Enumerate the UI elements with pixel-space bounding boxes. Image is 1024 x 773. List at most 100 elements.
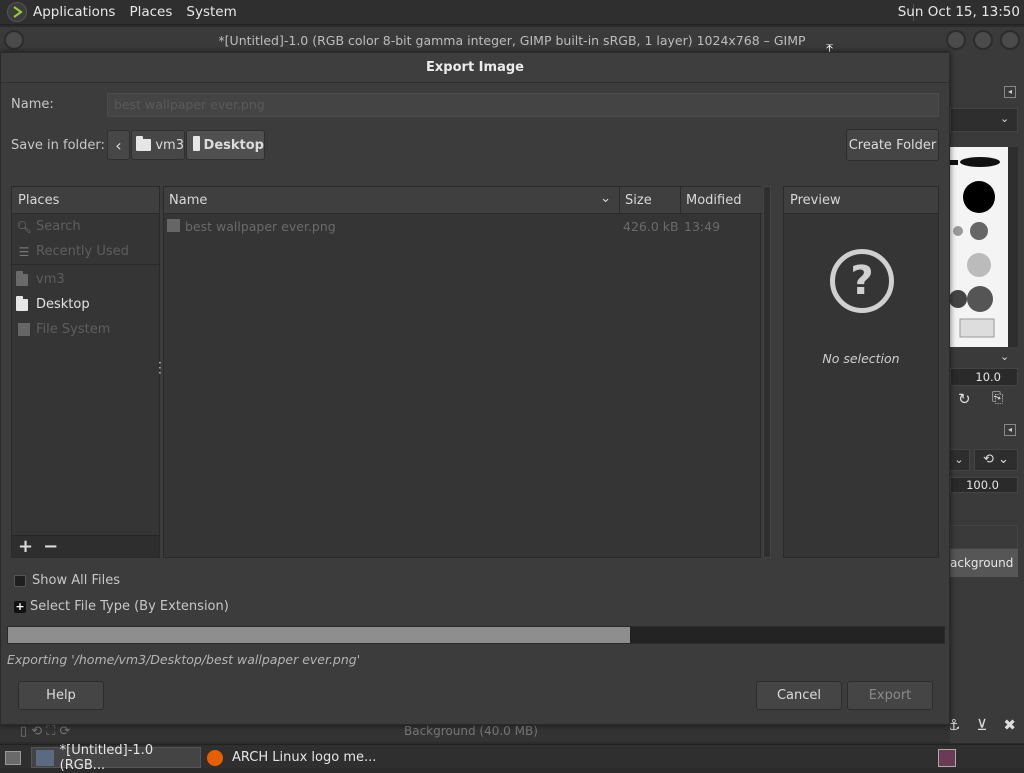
path-vm3-label: vm3 [155, 137, 184, 153]
image-file-icon [167, 219, 180, 232]
path-back-button[interactable]: ‹ [107, 130, 130, 160]
file-size: 426.0 kB [623, 219, 679, 234]
question-icon: ? [830, 249, 894, 313]
sort-chevron-icon: ⌄ [600, 191, 611, 206]
path-desktop-label: Desktop [203, 137, 264, 153]
gimp-status-bar: ▯ ⟲ ⛶ ⟳ Background (40.0 MB) [0, 722, 950, 742]
save-in-folder-label: Save in folder: [11, 138, 105, 153]
show-all-files-label[interactable]: Show All Files [32, 573, 120, 588]
place-label: File System [36, 322, 111, 337]
mode-dropdown[interactable]: ⌄ [948, 449, 970, 471]
no-selection-text: No selection [822, 351, 900, 366]
export-button[interactable]: Export [847, 681, 933, 710]
chevron-down-icon: ⌄ [1000, 350, 1010, 363]
layer-row-selected[interactable]: ackground [950, 549, 1018, 577]
folder-icon [136, 136, 152, 151]
cancel-button[interactable]: Cancel [756, 681, 842, 710]
maximize-button[interactable] [973, 30, 993, 50]
places-footer: + − [12, 535, 159, 557]
brush-grid[interactable] [950, 147, 1008, 347]
column-name[interactable]: Name ⌄ [164, 187, 620, 214]
merge-layer-icon[interactable]: ⊻ [976, 716, 987, 738]
dock-tab-menu-icon[interactable]: ◂ [1004, 424, 1016, 436]
place-label: Search [36, 219, 81, 234]
refresh-icon[interactable]: ↻ [958, 390, 971, 408]
column-name-label: Name [169, 192, 208, 208]
place-label: vm3 [36, 272, 65, 287]
expander-plus-icon[interactable]: + [14, 601, 26, 613]
gimp-icon [36, 749, 54, 766]
layer-name: ackground [950, 556, 1014, 570]
place-vm3[interactable]: vm3 [12, 267, 159, 292]
layer-row[interactable] [950, 525, 1018, 549]
path-button-desktop[interactable]: Desktop [186, 130, 265, 160]
file-modified: 13:49 [684, 219, 721, 234]
places-header[interactable]: Places [12, 187, 159, 214]
show-all-files-checkbox[interactable] [14, 575, 26, 587]
places-pane: Places 🔍︎ Search ☰ Recently Used vm3 Des… [11, 186, 160, 558]
dialog-title[interactable]: Export Image [1, 53, 949, 83]
chevron-down-icon: ⌄ [1000, 112, 1010, 125]
create-folder-button[interactable]: Create Folder [846, 129, 939, 161]
clock[interactable]: Sun Oct 15, 13:50 [898, 4, 1020, 20]
minimize-button[interactable] [946, 30, 966, 50]
window-menu-button[interactable] [4, 30, 24, 50]
menu-applications[interactable]: Applications [33, 4, 115, 20]
place-file-system[interactable]: File System [12, 317, 159, 342]
export-image-dialog: Export Image Name: best wallpaper ever.p… [0, 52, 950, 725]
help-button[interactable]: Help [18, 681, 104, 710]
chevron-left-icon: ‹ [115, 135, 122, 155]
place-label: Recently Used [36, 244, 129, 259]
menu-places[interactable]: Places [129, 4, 172, 20]
dock-tab-menu-icon[interactable]: ◂ [1004, 86, 1016, 98]
place-desktop[interactable]: Desktop [12, 292, 159, 317]
close-button[interactable] [1000, 30, 1020, 50]
brush-scrollbar[interactable] [1008, 147, 1018, 347]
folder-icon [193, 136, 200, 151]
column-modified[interactable]: Modified [681, 187, 762, 214]
progress-fill [8, 627, 631, 643]
select-file-type-label[interactable]: Select File Type (By Extension) [30, 599, 229, 614]
place-search[interactable]: 🔍︎ Search [12, 214, 159, 239]
column-size[interactable]: Size [620, 187, 681, 214]
task-firefox-label: ARCH Linux logo me... [232, 750, 377, 765]
export-brush-icon[interactable]: ⎘ [992, 390, 1003, 406]
place-label: Desktop [36, 297, 90, 312]
menu-system[interactable]: System [186, 4, 236, 20]
file-row[interactable]: best wallpaper ever.png 426.0 kB 13:49 [164, 215, 760, 237]
brush-size-value: 10.0 [975, 370, 1001, 384]
pane-resize-handle[interactable]: · · · [158, 357, 162, 379]
preview-pane: Preview ? No selection [783, 186, 939, 558]
file-name: best wallpaper ever.png [185, 219, 336, 234]
reset-mode-button[interactable]: ⟲ ⌄ [974, 449, 1018, 471]
name-label: Name: [11, 97, 54, 112]
folder-icon [16, 270, 28, 286]
distro-logo-icon[interactable] [7, 2, 27, 22]
export-status-text: Exporting '/home/vm3/Desktop/best wallpa… [7, 652, 361, 667]
export-progress-bar [7, 626, 945, 644]
firefox-icon [207, 749, 223, 766]
file-list[interactable]: Name ⌄ Size Modified best wallpaper ever… [163, 186, 762, 558]
filename-input[interactable]: best wallpaper ever.png [107, 93, 939, 117]
task-gimp-label: *[Untitled]-1.0 (RGB... [59, 742, 154, 773]
folder-icon [16, 295, 28, 311]
brush-size-spinner[interactable]: 10.0 [950, 368, 1018, 386]
gimp-window-titlebar[interactable]: *[Untitled]-1.0 (RGB color 8-bit gamma i… [0, 27, 1024, 53]
task-gimp[interactable]: *[Untitled]-1.0 (RGB... [31, 743, 201, 773]
show-desktop-icon[interactable] [2, 747, 24, 768]
opacity-value: 100.0 [966, 478, 999, 492]
file-list-scrollbar[interactable] [763, 186, 771, 558]
task-firefox[interactable]: ARCH Linux logo me... [205, 747, 380, 768]
delete-layer-icon[interactable]: ✖ [1003, 716, 1016, 738]
place-recently-used[interactable]: ☰ Recently Used [12, 239, 159, 265]
recent-icon: ☰ [18, 244, 30, 259]
gimp-window-title: *[Untitled]-1.0 (RGB color 8-bit gamma i… [218, 32, 806, 48]
path-button-vm3[interactable]: vm3 [131, 130, 185, 160]
top-panel: Applications Places System Sun Oct 15, 1… [0, 0, 1024, 25]
search-icon: 🔍︎ [16, 219, 32, 234]
layer-size-status: Background (40.0 MB) [404, 724, 538, 738]
opacity-spinner[interactable]: 100.0 [950, 477, 1018, 493]
remove-bookmark-icon[interactable]: − [43, 536, 58, 557]
add-bookmark-icon[interactable]: + [18, 536, 33, 557]
workspace-switcher-icon[interactable] [936, 747, 958, 768]
